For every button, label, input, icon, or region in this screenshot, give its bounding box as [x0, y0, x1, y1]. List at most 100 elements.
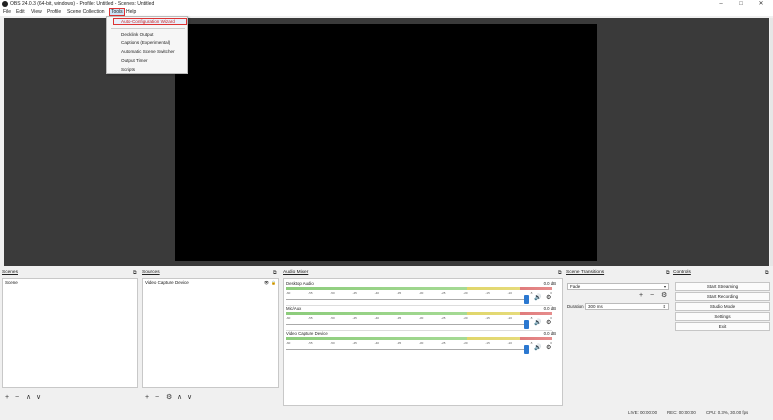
tools-dropdown-menu: Auto-Configuration Wizard Decklink Outpu… — [106, 16, 188, 74]
move-source-down-button[interactable]: ∨ — [187, 394, 192, 402]
meter-tick-label: -20 — [463, 291, 468, 295]
add-transition-button[interactable]: + — [639, 292, 643, 300]
source-item[interactable]: Video Capture Device — [144, 280, 277, 286]
settings-button[interactable]: Settings — [675, 312, 770, 321]
menu-item-auto-configuration-wizard[interactable]: Auto-Configuration Wizard — [121, 19, 175, 24]
dock-float-icon[interactable]: ⧉ — [273, 270, 277, 276]
meter-tick-label: -45 — [352, 316, 357, 320]
mixer-channel-db: 0.0 dB — [543, 306, 556, 311]
menu-view[interactable]: View — [31, 9, 42, 15]
add-scene-button[interactable]: + — [5, 394, 9, 402]
meter-tick-label: -55 — [308, 291, 313, 295]
volume-slider-handle[interactable] — [524, 345, 529, 354]
dock-float-icon[interactable]: ⧉ — [666, 270, 670, 276]
menu-help[interactable]: Help — [126, 9, 136, 15]
menu-item-captions[interactable]: Captions (Experimental) — [121, 40, 170, 45]
volume-slider-handle[interactable] — [524, 295, 529, 304]
mixer-separator — [286, 305, 552, 306]
menu-file[interactable]: File — [3, 9, 11, 15]
remove-source-button[interactable]: − — [155, 394, 159, 402]
scenes-list: Scene — [2, 278, 138, 388]
menu-profile[interactable]: Profile — [47, 9, 61, 15]
scene-item[interactable]: Scene — [4, 280, 136, 286]
meter-tick-label: -45 — [352, 291, 357, 295]
meter-tick-label: -15 — [485, 291, 490, 295]
maximize-button[interactable]: □ — [732, 0, 750, 8]
volume-slider-track[interactable] — [286, 349, 524, 350]
duration-input[interactable]: 300 ms ⇕ — [585, 303, 669, 310]
eye-icon[interactable]: 👁 — [264, 280, 269, 285]
sources-title: Sources — [142, 270, 160, 275]
exit-button[interactable]: Exit — [675, 322, 770, 331]
live-status: LIVE: 00:00:00 — [628, 410, 658, 415]
meter-tick-label: -5 — [529, 341, 533, 345]
scenes-dock: Scenes ⧉ Scene + − ∧ ∨ — [2, 270, 140, 406]
meter-tick-label: -5 — [529, 316, 533, 320]
transition-gear-icon[interactable]: ⚙ — [661, 292, 667, 300]
menu-item-scripts[interactable]: Scripts — [121, 67, 135, 72]
meter-tick-label: -20 — [463, 316, 468, 320]
controls-title: Controls — [673, 270, 691, 275]
meter-tick-label: -15 — [485, 316, 490, 320]
speaker-icon[interactable]: 🔊 — [534, 344, 541, 351]
dock-float-icon[interactable]: ⧉ — [765, 270, 769, 276]
meter-tick-label: -15 — [485, 341, 490, 345]
meter-tick-label: -30 — [418, 316, 424, 320]
menu-scene-collection[interactable]: Scene Collection — [67, 9, 105, 15]
channel-gear-icon[interactable]: ⚙ — [546, 294, 551, 301]
preview-canvas[interactable] — [175, 24, 597, 261]
studio-mode-button[interactable]: Studio Mode — [675, 302, 770, 311]
meter-tick-label: -60 — [286, 291, 291, 295]
meter-tick-label: -25 — [441, 341, 446, 345]
meter-ticks: -60 -55 -50 -45 -40 -35 -30 -25 -20 -15 -10 -5 0 — [286, 291, 552, 295]
start-streaming-button[interactable]: Start Streaming — [675, 282, 770, 291]
duration-label: Duration — [567, 304, 584, 309]
meter-tick-label: -50 — [330, 341, 335, 345]
meter-tick-label: -40 — [374, 341, 379, 345]
close-button[interactable]: ✕ — [752, 0, 770, 8]
transition-select[interactable]: Fade ▾ — [567, 283, 669, 290]
meter-tick-label: -50 — [330, 316, 335, 320]
move-scene-up-button[interactable]: ∧ — [26, 394, 31, 402]
lock-icon[interactable]: 🔒 — [271, 280, 276, 285]
volume-slider-track[interactable] — [286, 324, 524, 325]
channel-gear-icon[interactable]: ⚙ — [546, 319, 551, 326]
menu-item-output-timer[interactable]: Output Timer — [121, 58, 148, 63]
menu-tools[interactable]: Tools — [109, 8, 125, 16]
volume-slider-track[interactable] — [286, 299, 524, 300]
meter-tick-label: -25 — [441, 316, 446, 320]
mixer-channel-name: Mic/Aux — [286, 306, 302, 311]
meter-tick-label: -35 — [396, 341, 402, 345]
dock-float-icon[interactable]: ⧉ — [133, 270, 137, 276]
menu-item-automatic-scene-switcher[interactable]: Automatic Scene Switcher — [121, 49, 175, 54]
menu-item-decklink-output[interactable]: Decklink Output — [121, 32, 153, 37]
obs-logo-icon — [2, 1, 8, 7]
dock-float-icon[interactable]: ⧉ — [558, 270, 562, 276]
meter-tick-label: -40 — [374, 316, 379, 320]
meter-tick-label: -20 — [463, 341, 468, 345]
move-source-up-button[interactable]: ∧ — [177, 394, 182, 402]
move-scene-down-button[interactable]: ∨ — [36, 394, 41, 402]
rec-status: REC: 00:00:00 — [667, 410, 696, 415]
speaker-icon[interactable]: 🔊 — [534, 294, 541, 301]
scene-transitions-dock: Scene Transitions ⧉ Fade ▾ + − ⚙ Duratio… — [566, 270, 672, 406]
channel-gear-icon[interactable]: ⚙ — [546, 344, 551, 351]
source-properties-gear-icon[interactable]: ⚙ — [166, 394, 172, 402]
meter-tick-label: -5 — [529, 291, 533, 295]
meter-ticks: -60 -55 -50 -45 -40 -35 -30 -25 -20 -15 -10 -5 0 — [286, 341, 552, 345]
meter-tick-label: -25 — [441, 291, 446, 295]
remove-transition-button[interactable]: − — [650, 292, 654, 300]
volume-slider-handle[interactable] — [524, 320, 529, 329]
menu-edit[interactable]: Edit — [16, 9, 25, 15]
remove-scene-button[interactable]: − — [15, 394, 19, 402]
meter-ticks: -60 -55 -50 -45 -40 -35 -30 -25 -20 -15 -10 -5 0 — [286, 316, 552, 320]
meter-tick-label: -40 — [374, 291, 379, 295]
speaker-icon[interactable]: 🔊 — [534, 319, 541, 326]
mixer-channel-name: Desktop Audio — [286, 281, 314, 286]
minimize-button[interactable]: – — [712, 0, 730, 8]
meter-tick-label: -60 — [286, 316, 291, 320]
start-recording-button[interactable]: Start Recording — [675, 292, 770, 301]
add-source-button[interactable]: + — [145, 394, 149, 402]
mixer-channel-db: 0.0 dB — [543, 281, 556, 286]
audio-mixer-dock: Audio Mixer ⧉ Desktop Audio 0.0 dB -60 -55 -… — [283, 270, 564, 406]
